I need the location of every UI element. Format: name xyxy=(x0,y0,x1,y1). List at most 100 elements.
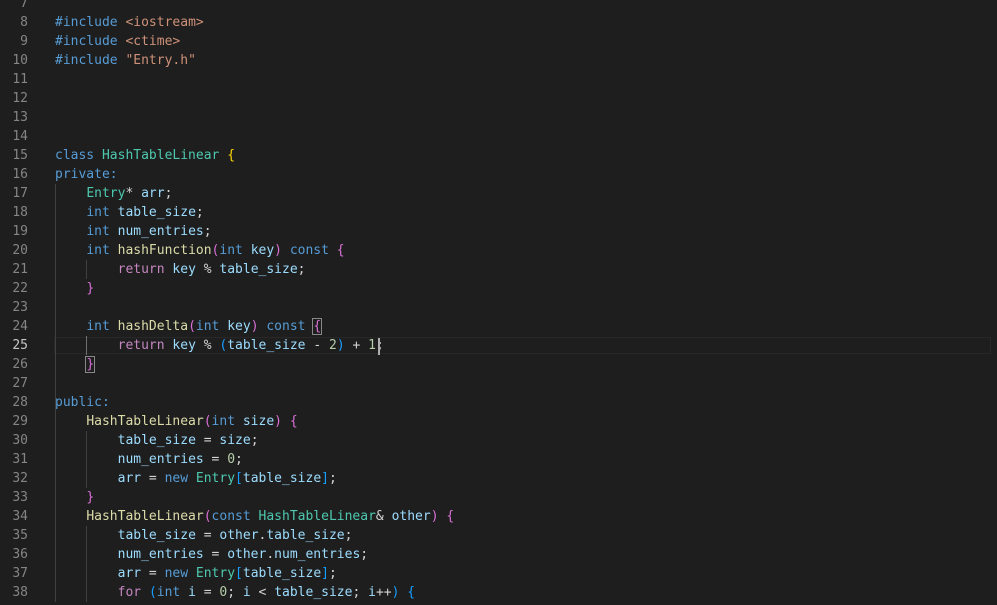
code-line[interactable]: 12 xyxy=(0,89,997,108)
code-token: key xyxy=(250,243,275,258)
line-number: 19 xyxy=(12,224,28,239)
code-text[interactable]: num_entries = 0; xyxy=(55,450,243,469)
code-line[interactable]: 11 xyxy=(0,70,997,89)
code-token: HashTableLinear xyxy=(101,148,220,163)
line-number: 24 xyxy=(12,319,28,334)
indent-guide xyxy=(86,336,87,355)
code-text[interactable]: Entry* arr; xyxy=(55,184,172,203)
line-number: 20 xyxy=(12,243,28,258)
code-line[interactable]: 21 return key % table_size; xyxy=(0,260,997,279)
code-line[interactable]: 36 num_entries = other.num_entries; xyxy=(0,545,997,564)
line-number: 25 xyxy=(12,338,28,353)
code-token: table_size xyxy=(274,585,353,600)
code-line[interactable]: 33 } xyxy=(0,488,997,507)
code-line[interactable]: 13 xyxy=(0,108,997,127)
code-line[interactable]: 14 xyxy=(0,127,997,146)
code-text[interactable]: arr = new Entry[table_size]; xyxy=(55,564,337,583)
code-text[interactable]: for (int i = 0; i < table_size; i++) { xyxy=(55,583,415,602)
line-number: 17 xyxy=(12,186,28,201)
code-line[interactable]: 17 Entry* arr; xyxy=(0,184,997,203)
code-line[interactable]: 10 #include "Entry.h" xyxy=(0,51,997,70)
code-line[interactable]: 35 table_size = other.table_size; xyxy=(0,526,997,545)
code-line[interactable]: 32 arr = new Entry[table_size]; xyxy=(0,469,997,488)
code-text[interactable]: } xyxy=(55,488,94,507)
code-text[interactable]: #include <iostream> xyxy=(55,13,204,32)
code-text[interactable]: class HashTableLinear { xyxy=(55,146,235,165)
code-line[interactable]: 38 for (int i = 0; i < table_size; i++) … xyxy=(0,583,997,602)
code-token: ] xyxy=(321,471,329,486)
code-token: public: xyxy=(55,395,110,410)
code-token: table_size xyxy=(227,338,306,353)
code-text[interactable]: int table_size; xyxy=(55,203,203,222)
code-line[interactable]: 19 int num_entries; xyxy=(0,222,997,241)
code-token: table_size xyxy=(117,433,196,448)
code-line[interactable]: 23 xyxy=(0,298,997,317)
code-token: int xyxy=(86,243,118,258)
code-text[interactable]: int hashFunction(int key) const { xyxy=(55,241,344,260)
code-token: ) xyxy=(250,319,259,334)
code-token: ( xyxy=(188,319,196,334)
code-line[interactable]: 27 xyxy=(0,374,997,393)
code-line[interactable]: 22 } xyxy=(0,279,997,298)
code-text[interactable]: num_entries = other.num_entries; xyxy=(55,545,368,564)
code-line[interactable]: 31 num_entries = 0; xyxy=(0,450,997,469)
code-token: = xyxy=(203,452,228,467)
code-line[interactable]: 26 } xyxy=(0,355,997,374)
code-line[interactable]: 30 table_size = size; xyxy=(0,431,997,450)
code-text[interactable]: public: xyxy=(55,393,110,412)
code-line[interactable]: 8 #include <iostream> xyxy=(0,13,997,32)
code-line[interactable]: 9 #include <ctime> xyxy=(0,32,997,51)
code-line[interactable]: 18 int table_size; xyxy=(0,203,997,222)
code-token: 0 xyxy=(227,452,236,467)
line-number: 9 xyxy=(20,34,28,49)
code-token: { xyxy=(289,414,298,429)
code-token: ( xyxy=(148,585,157,600)
line-number: 36 xyxy=(12,547,28,562)
code-text[interactable]: return key % (table_size - 2) + 1; xyxy=(55,336,384,355)
line-number: 30 xyxy=(12,433,28,448)
code-text[interactable]: #include <ctime> xyxy=(55,32,180,51)
code-text[interactable]: int hashDelta(int key) const { xyxy=(55,317,323,336)
code-token: = xyxy=(195,585,220,600)
code-line[interactable]: 15 class HashTableLinear { xyxy=(0,146,997,165)
line-number: 29 xyxy=(12,414,28,429)
code-text[interactable]: return key % table_size; xyxy=(55,260,306,279)
code-line[interactable]: 34 HashTableLinear(const HashTableLinear… xyxy=(0,507,997,526)
code-text[interactable]: HashTableLinear(int size) { xyxy=(55,412,298,431)
code-text[interactable]: private: xyxy=(55,165,118,184)
code-token: table_size xyxy=(117,205,196,220)
code-line[interactable]: 25 return key % (table_size - 2) + 1; xyxy=(0,336,997,355)
code-text[interactable]: arr = new Entry[table_size]; xyxy=(55,469,337,488)
code-token: int xyxy=(156,585,189,600)
code-line[interactable]: 28 public: xyxy=(0,393,997,412)
code-line[interactable]: 24 int hashDelta(int key) const { xyxy=(0,317,997,336)
code-line[interactable]: 16 private: xyxy=(0,165,997,184)
code-text[interactable]: table_size = other.table_size; xyxy=(55,526,353,545)
code-token: #include xyxy=(55,34,126,49)
code-token: return xyxy=(117,338,173,353)
code-editor[interactable]: 7 8 #include <iostream> 9 #include <ctime> 10… xyxy=(0,0,997,605)
code-text[interactable]: HashTableLinear(const HashTableLinear& o… xyxy=(55,507,454,526)
code-token: hashDelta xyxy=(117,319,189,334)
code-line[interactable]: 7 xyxy=(0,0,997,13)
code-token: ; xyxy=(297,262,306,277)
code-text[interactable]: } xyxy=(55,279,94,298)
line-number: 8 xyxy=(20,15,28,30)
code-token: [ xyxy=(235,471,243,486)
code-line[interactable]: 29 HashTableLinear(int size) { xyxy=(0,412,997,431)
code-text[interactable]: int num_entries; xyxy=(55,222,211,241)
code-line[interactable]: 20 int hashFunction(int key) const { xyxy=(0,241,997,260)
code-token: size xyxy=(219,433,251,448)
line-number: 22 xyxy=(12,281,28,296)
code-token: ; xyxy=(235,452,243,467)
code-text[interactable]: } xyxy=(55,355,96,374)
code-token: ) xyxy=(274,414,282,429)
code-text[interactable]: #include "Entry.h" xyxy=(55,51,196,70)
code-line[interactable]: 37 arr = new Entry[table_size]; xyxy=(0,564,997,583)
code-token: } xyxy=(85,356,96,373)
